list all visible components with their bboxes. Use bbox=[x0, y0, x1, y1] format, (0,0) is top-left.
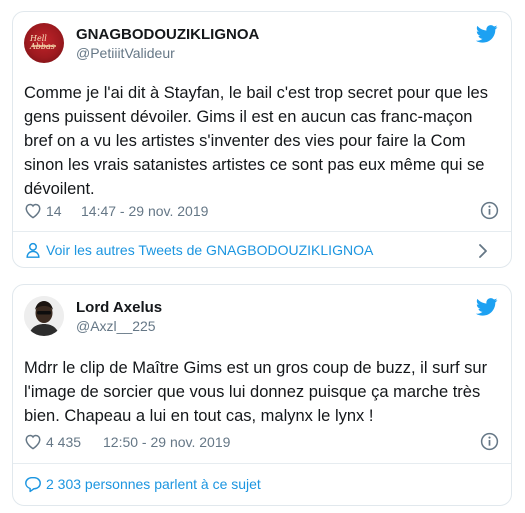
author-handle[interactable]: @PetiiitValideur bbox=[76, 45, 175, 61]
avatar-logo-text: Hell Abbas bbox=[30, 34, 55, 51]
tweet-card[interactable]: Lord Axelus @Axzl__225 Mdrr le clip de M… bbox=[12, 284, 512, 506]
avatar[interactable] bbox=[24, 296, 64, 336]
chevron-right-icon[interactable] bbox=[478, 243, 488, 259]
comment-icon bbox=[25, 476, 41, 493]
timestamp[interactable]: 14:47 - 29 nov. 2019 bbox=[81, 203, 208, 219]
info-icon[interactable] bbox=[480, 201, 499, 220]
person-icon bbox=[26, 242, 40, 258]
heart-icon[interactable] bbox=[24, 433, 42, 450]
tweet-text: Mdrr le clip de Maître Gims est un gros … bbox=[24, 359, 488, 425]
heart-icon[interactable] bbox=[24, 202, 42, 219]
author-name[interactable]: Lord Axelus bbox=[76, 299, 162, 316]
conversation-link[interactable]: 2 303 personnes parlent à ce sujet bbox=[24, 471, 500, 497]
tweet-header: Hell Abbas GNAGBODOUZIKLIGNOA @PetiiitVa… bbox=[24, 23, 500, 63]
author-handle[interactable]: @Axzl__225 bbox=[76, 318, 156, 334]
like-count[interactable]: 14 bbox=[46, 203, 62, 219]
tweet-meta: 4 435 12:50 - 29 nov. 2019 bbox=[24, 432, 500, 452]
tweet-text: Comme je l'ai dit à Stayfan, le bail c'e… bbox=[24, 84, 488, 198]
divider bbox=[13, 463, 511, 464]
conversation-label[interactable]: 2 303 personnes parlent à ce sujet bbox=[46, 476, 261, 492]
info-icon[interactable] bbox=[480, 432, 499, 451]
tweet-header: Lord Axelus @Axzl__225 bbox=[24, 296, 500, 336]
more-tweets-link[interactable]: Voir les autres Tweets de GNAGBODOUZIKLI… bbox=[24, 237, 500, 263]
author-name[interactable]: GNAGBODOUZIKLIGNOA bbox=[76, 26, 259, 43]
tweet-card[interactable]: Hell Abbas GNAGBODOUZIKLIGNOA @PetiiitVa… bbox=[12, 11, 512, 268]
avatar-photo bbox=[24, 296, 64, 336]
twitter-bird-icon[interactable] bbox=[476, 25, 498, 43]
twitter-bird-icon[interactable] bbox=[476, 298, 498, 316]
tweet-meta: 14 14:47 - 29 nov. 2019 bbox=[24, 201, 500, 221]
more-tweets-label[interactable]: Voir les autres Tweets de GNAGBODOUZIKLI… bbox=[46, 242, 373, 258]
divider bbox=[13, 231, 511, 232]
avatar[interactable]: Hell Abbas bbox=[24, 23, 64, 63]
like-count[interactable]: 4 435 bbox=[46, 434, 81, 450]
timestamp[interactable]: 12:50 - 29 nov. 2019 bbox=[103, 434, 230, 450]
